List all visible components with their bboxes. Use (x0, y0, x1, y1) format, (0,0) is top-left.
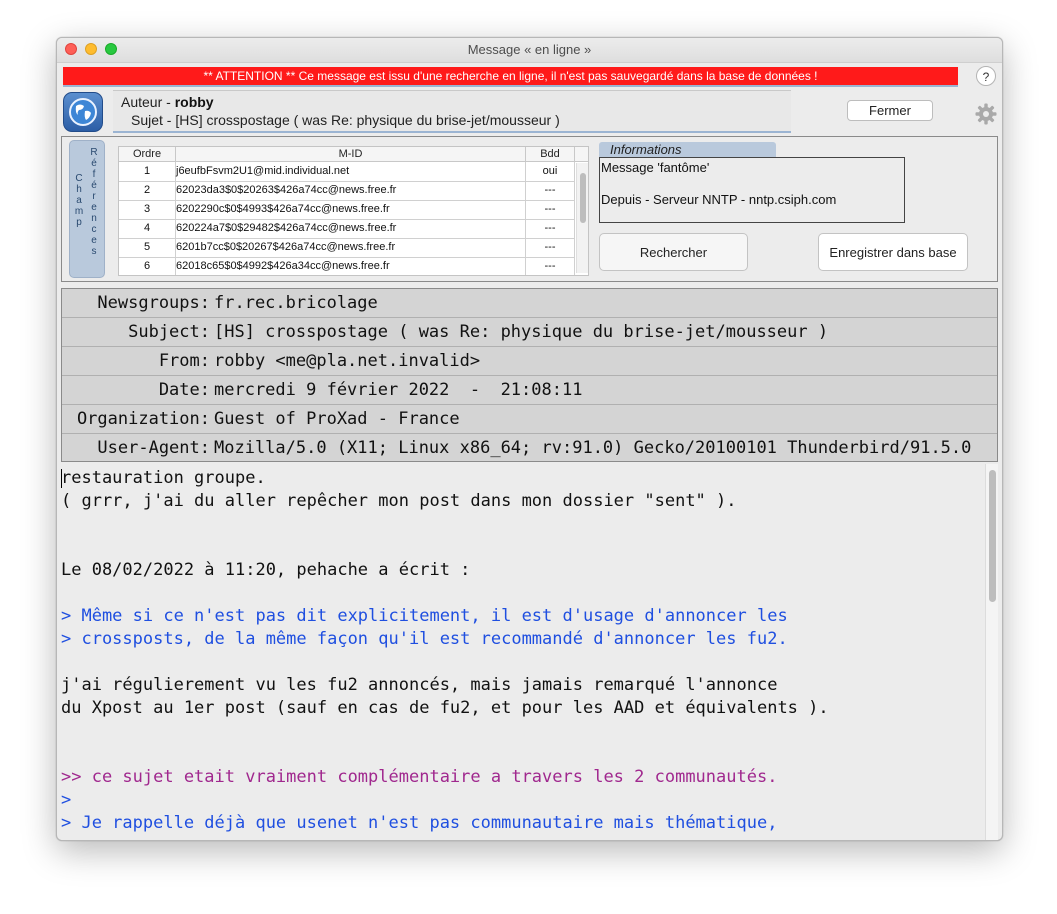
header-row-organization: Organization: Guest of ProXad - France (62, 405, 997, 434)
cell-bdd: --- (526, 257, 575, 275)
cell-mid: 620224a7$0$29482$426a74cc@news.free.fr (175, 219, 526, 238)
author-subject-strip: Auteur - robby Sujet - [HS] crosspostage… (113, 90, 791, 133)
quote-line: > Je rappelle déjà que usenet n'est pas … (61, 813, 778, 833)
cell-bdd: --- (526, 219, 575, 238)
body-line: j'ai régulierement vu les fu2 annoncés, … (61, 675, 778, 695)
search-button[interactable]: Rechercher (599, 233, 748, 271)
header-label: User-Agent: (97, 438, 210, 458)
references-scrollbar-thumb[interactable] (580, 173, 586, 223)
table-row[interactable]: 3 6202290c$0$4993$426a74cc@news.free.fr … (119, 200, 575, 220)
references-vertical-label: Références (90, 147, 98, 257)
author-row: Auteur - robby (121, 94, 214, 110)
header-label: From: (158, 351, 210, 371)
header-value: Guest of ProXad - France (214, 409, 460, 429)
info-line-server: Depuis - Serveur NNTP - nntp.csiph.com (601, 192, 837, 207)
header-row-user-agent: User-Agent: Mozilla/5.0 (X11; Linux x86_… (62, 434, 997, 463)
cell-mid: 6202290c$0$4993$426a74cc@news.free.fr (175, 200, 526, 219)
message-body[interactable]: restauration groupe. ( grrr, j'ai du all… (61, 464, 998, 840)
table-row[interactable]: 2 62023da3$0$20263$426a74cc@news.free.fr… (119, 181, 575, 201)
header-row-from: From: robby <me@pla.net.invalid> (62, 347, 997, 376)
references-panel: Champ Références Ordre M-ID Bdd 1 j6eufb… (61, 136, 998, 282)
header-row-newsgroups: Newsgroups: fr.rec.bricolage (62, 289, 997, 318)
author-name: robby (174, 94, 214, 110)
header-value: Mozilla/5.0 (X11; Linux x86_64; rv:91.0)… (214, 438, 972, 458)
help-button[interactable]: ? (976, 66, 996, 86)
message-body-scrollbar[interactable] (985, 464, 998, 840)
cell-bdd: --- (526, 238, 575, 257)
body-line: ( grrr, j'ai du aller repêcher mon post … (61, 491, 737, 511)
author-label: Auteur - (121, 94, 175, 110)
table-row[interactable]: 6 62018c65$0$4992$426a34cc@news.free.fr … (119, 257, 575, 275)
save-to-database-button[interactable]: Enregistrer dans base (818, 233, 968, 271)
champ-vertical-label: Champ (74, 173, 84, 228)
cell-ordre: 6 (119, 257, 176, 275)
header-label: Newsgroups: (97, 293, 210, 313)
quote-line: > (61, 790, 72, 810)
informations-tab: Informations (599, 142, 776, 158)
cell-bdd: --- (526, 181, 575, 200)
message-body-scrollbar-thumb[interactable] (989, 470, 996, 602)
header-label: Subject: (128, 322, 210, 342)
header-row-date: Date: mercredi 9 février 2022 - 21:08:11 (62, 376, 997, 405)
column-header-ordre[interactable]: Ordre (119, 147, 176, 161)
cell-bdd: oui (526, 162, 575, 181)
message-window: Message « en ligne » ** ATTENTION ** Ce … (56, 37, 1003, 841)
champ-references-tab[interactable]: Champ Références (69, 140, 105, 278)
header-value: mercredi 9 février 2022 - 21:08:11 (214, 380, 583, 400)
references-table-header: Ordre M-ID Bdd (119, 147, 588, 162)
info-line-phantom: Message 'fantôme' (601, 160, 710, 175)
header-value: [HS] crosspostage ( was Re: physique du … (214, 322, 829, 342)
table-row[interactable]: 5 6201b7cc$0$20267$426a74cc@news.free.fr… (119, 238, 575, 258)
informations-box: Message 'fantôme' Depuis - Serveur NNTP … (599, 157, 905, 223)
quote-line-level2: >> ce sujet etait vraiment complémentair… (61, 767, 778, 787)
cell-ordre: 1 (119, 162, 176, 181)
body-line: du Xpost au 1er post (sauf en cas de fu2… (61, 698, 829, 718)
gear-icon[interactable] (975, 103, 997, 125)
message-headers-panel: Newsgroups: fr.rec.bricolage Subject: [H… (61, 288, 998, 462)
cell-ordre: 3 (119, 200, 176, 219)
header-value: robby <me@pla.net.invalid> (214, 351, 481, 371)
cell-mid: 62018c65$0$4992$426a34cc@news.free.fr (175, 257, 526, 275)
cell-ordre: 4 (119, 219, 176, 238)
header-label: Organization: (76, 409, 210, 429)
globe-icon (63, 92, 103, 132)
window-title: Message « en ligne » (467, 42, 592, 57)
title-bar[interactable]: Message « en ligne » (57, 38, 1002, 63)
cell-bdd: --- (526, 200, 575, 219)
online-warning-banner: ** ATTENTION ** Ce message est issu d'un… (63, 67, 958, 87)
body-line: Le 08/02/2022 à 11:20, pehache a écrit : (61, 560, 471, 580)
body-line: restauration groupe. (61, 468, 266, 488)
column-header-mid[interactable]: M-ID (175, 147, 526, 161)
quote-line: > Même si ce n'est pas dit explicitement… (61, 606, 788, 626)
column-header-bdd[interactable]: Bdd (526, 147, 575, 161)
cell-mid: 62023da3$0$20263$426a74cc@news.free.fr (175, 181, 526, 200)
table-row[interactable]: 4 620224a7$0$29482$426a74cc@news.free.fr… (119, 219, 575, 239)
cell-ordre: 2 (119, 181, 176, 200)
close-button[interactable]: Fermer (847, 100, 933, 121)
subject-row: Sujet - [HS] crosspostage ( was Re: phys… (131, 112, 560, 128)
quote-line: > crossposts, de la même façon qu'il est… (61, 629, 788, 649)
header-value: fr.rec.bricolage (214, 293, 378, 313)
cell-mid: 6201b7cc$0$20267$426a74cc@news.free.fr (175, 238, 526, 257)
cell-ordre: 5 (119, 238, 176, 257)
header-row-subject: Subject: [HS] crosspostage ( was Re: phy… (62, 318, 997, 347)
references-table: Ordre M-ID Bdd 1 j6eufbFsvm2U1@mid.indiv… (118, 146, 589, 276)
table-row[interactable]: 1 j6eufbFsvm2U1@mid.individual.net oui (119, 162, 575, 182)
header-label: Date: (158, 380, 210, 400)
references-scrollbar[interactable] (576, 163, 588, 273)
cell-mid: j6eufbFsvm2U1@mid.individual.net (175, 162, 526, 181)
